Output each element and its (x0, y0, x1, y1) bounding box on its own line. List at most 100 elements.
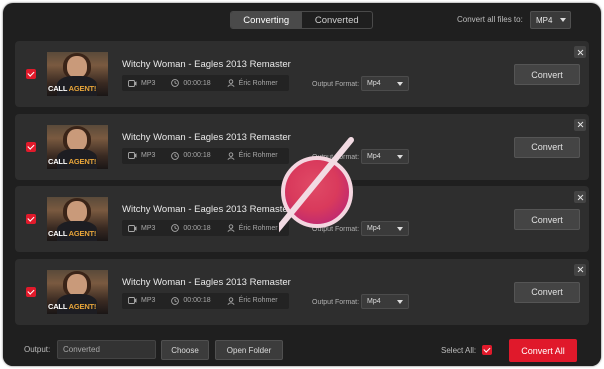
meta-duration-value: 00:00:18 (183, 224, 211, 232)
header: Converting Converted Convert all files t… (3, 3, 601, 37)
item-checkbox[interactable] (26, 69, 36, 79)
output-format-value: Mp4 (367, 225, 381, 232)
meta-format-value: MP3 (141, 152, 156, 159)
item-title: Witchy Woman - Eagles 2013 Remaster (122, 59, 291, 70)
meta-artist: Éric Rohmer (227, 151, 278, 160)
convert-all-button[interactable]: Convert All (509, 339, 577, 362)
user-icon (227, 151, 235, 160)
item-title: Witchy Woman - Eagles 2013 Remaster (122, 131, 291, 143)
item-meta: MP3 00:00:18 Éric Rohmer (122, 292, 289, 309)
item-title: Witchy Woman - Eagles 2013 Remaster (122, 276, 291, 288)
output-label: Output: (24, 345, 51, 354)
output-format-value: Mp4 (367, 152, 381, 160)
output-format-select[interactable]: Mp4 (361, 293, 409, 309)
meta-artist-value: Éric Rohmer (238, 79, 278, 87)
item-meta: MP3 00:00:18 Éric Rohmer (122, 220, 289, 236)
list-item: CALL AGENT! Witchy Woman - Eagles 2013 R… (15, 186, 589, 252)
item-checkbox[interactable] (26, 141, 36, 152)
meta-format: MP3 (128, 297, 155, 304)
user-icon (227, 79, 235, 87)
convert-button[interactable]: Convert (514, 209, 580, 230)
tab-converted[interactable]: Converted (302, 12, 373, 28)
meta-format-value: MP3 (141, 297, 156, 304)
chevron-down-icon (397, 154, 403, 159)
output-format-select[interactable]: Mp4 (361, 76, 409, 91)
thumbnail: CALL AGENT! (47, 197, 108, 241)
output-format-label: Output Format: (312, 298, 360, 306)
convert-button[interactable]: Convert (514, 136, 580, 158)
meta-artist: Éric Rohmer (227, 224, 278, 232)
output-format-value: Mp4 (367, 80, 381, 87)
clock-icon (171, 224, 180, 232)
item-checkbox[interactable] (26, 286, 36, 297)
meta-duration: 00:00:18 (171, 151, 211, 160)
close-icon[interactable] (574, 46, 586, 58)
meta-format: MP3 (128, 225, 155, 232)
meta-format: MP3 (128, 152, 155, 159)
video-icon (128, 224, 137, 232)
video-icon (128, 297, 137, 304)
choose-button[interactable]: Choose (161, 340, 209, 360)
footer: Output: Choose Open Folder Select All: C… (3, 332, 601, 366)
list-item: CALL AGENT! Witchy Woman - Eagles 2013 R… (15, 258, 589, 325)
output-format-label: Output Format: (312, 226, 360, 233)
meta-duration: 00:00:18 (171, 79, 211, 87)
video-icon (128, 152, 137, 159)
convert-button[interactable]: Convert (514, 64, 580, 85)
convert-all-format-value: MP4 (536, 15, 553, 25)
item-title: Witchy Woman - Eagles 2013 Remaster (122, 204, 291, 215)
thumbnail-text: CALL AGENT! (48, 84, 97, 93)
item-meta: MP3 00:00:18 Éric Rohmer (122, 75, 289, 91)
meta-duration-value: 00:00:18 (183, 152, 211, 159)
output-format-label: Output Format: (312, 153, 360, 161)
close-icon[interactable] (574, 263, 586, 276)
thumbnail: CALL AGENT! (47, 124, 108, 169)
clock-icon (171, 296, 180, 305)
meta-duration-value: 00:00:18 (183, 79, 211, 87)
output-format-select[interactable]: Mp4 (361, 148, 409, 164)
meta-artist: Éric Rohmer (227, 296, 278, 305)
output-format-value: Mp4 (367, 297, 381, 305)
meta-artist-value: Éric Rohmer (238, 224, 278, 232)
output-path-input[interactable] (57, 340, 156, 359)
meta-artist-value: Éric Rohmer (238, 152, 278, 159)
close-icon[interactable] (574, 191, 586, 203)
thumbnail-text: CALL AGENT! (48, 301, 97, 311)
meta-duration-value: 00:00:18 (183, 297, 211, 304)
meta-artist-value: Éric Rohmer (238, 297, 278, 304)
list-item: CALL AGENT! Witchy Woman - Eagles 2013 R… (15, 41, 589, 107)
tab-group: Converting Converted (230, 11, 373, 29)
convert-button[interactable]: Convert (514, 281, 580, 303)
convert-all-files-label: Convert all files to: (457, 15, 523, 24)
meta-format: MP3 (128, 80, 155, 87)
file-list: CALL AGENT! Witchy Woman - Eagles 2013 R… (15, 41, 589, 331)
app-window: Converting Converted Convert all files t… (3, 3, 601, 366)
thumbnail-text: CALL AGENT! (48, 156, 97, 166)
convert-all-format-select[interactable]: MP4 (530, 11, 571, 29)
select-all-label: Select All: (441, 346, 477, 355)
thumbnail: CALL AGENT! (47, 52, 108, 96)
select-all-checkbox[interactable] (482, 345, 492, 355)
chevron-down-icon (397, 227, 403, 231)
list-item: CALL AGENT! Witchy Woman - Eagles 2013 R… (15, 113, 589, 180)
item-checkbox[interactable] (26, 214, 36, 224)
meta-duration: 00:00:18 (171, 224, 211, 232)
user-icon (227, 296, 235, 305)
thumbnail-text: CALL AGENT! (48, 229, 97, 238)
open-folder-button[interactable]: Open Folder (215, 340, 283, 360)
chevron-down-icon (560, 18, 566, 22)
item-meta: MP3 00:00:18 Éric Rohmer (122, 147, 289, 164)
meta-format-value: MP3 (141, 79, 156, 87)
clock-icon (171, 151, 180, 160)
meta-duration: 00:00:18 (171, 296, 211, 305)
tab-converting[interactable]: Converting (231, 12, 302, 28)
chevron-down-icon (397, 299, 403, 304)
close-icon[interactable] (574, 118, 586, 131)
meta-format-value: MP3 (141, 224, 156, 232)
chevron-down-icon (397, 82, 403, 86)
meta-artist: Éric Rohmer (227, 79, 278, 87)
output-format-label: Output Format: (312, 81, 360, 88)
video-icon (128, 79, 137, 87)
output-format-select[interactable]: Mp4 (361, 221, 409, 236)
clock-icon (171, 79, 180, 87)
